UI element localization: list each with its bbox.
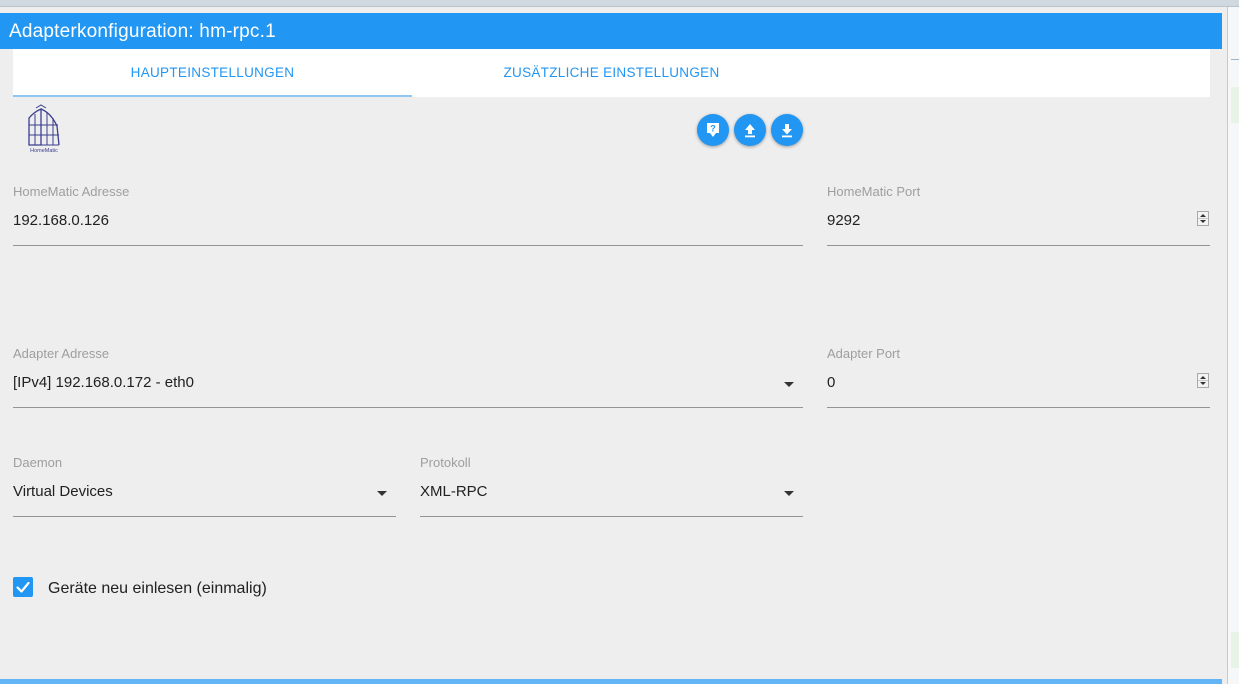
protocol-label: Protokoll [420,455,471,470]
daemon-label: Daemon [13,455,63,470]
tab-additional-settings[interactable]: ZUSÄTZLICHE EINSTELLUNGEN [412,49,811,97]
number-spinner[interactable] [1197,373,1209,388]
homematic-address-label: HomeMatic Adresse [13,184,130,199]
number-spinner[interactable] [1197,211,1209,226]
adapter-address-label: Adapter Adresse [13,346,110,361]
dropdown-arrow-icon[interactable] [784,382,794,387]
tab-main-settings[interactable]: HAUPTEINSTELLUNGEN [13,49,412,97]
reread-devices-checkbox[interactable] [13,577,33,597]
dialog-footer-bar [0,679,1222,684]
download-button[interactable] [771,114,803,146]
checkmark-icon [16,581,30,593]
homematic-address-input[interactable]: 192.168.0.126 [13,212,109,229]
tab-bar: HAUPTEINSTELLUNGEN ZUSÄTZLICHE EINSTELLU… [13,49,1210,97]
svg-text:?: ? [710,124,716,134]
svg-text:HomeMatic: HomeMatic [30,148,58,154]
protocol-value[interactable]: XML-RPC [420,483,488,500]
adapter-address-value[interactable]: [IPv4] 192.168.0.172 - eth0 [13,374,194,391]
active-tab-indicator [13,95,412,97]
homematic-port-input[interactable]: 9292 [827,212,860,229]
homematic-port-label: HomeMatic Port [827,184,921,199]
top-background-strip [0,0,1239,7]
dialog-title: Adapterkonfiguration: hm-rpc.1 [0,13,1222,49]
daemon-value[interactable]: Virtual Devices [13,483,113,500]
adapter-address-select[interactable]: Adapter Adresse [IPv4] 192.168.0.172 - e… [13,346,803,408]
adapter-port-input[interactable]: 0 [827,374,835,391]
upload-icon [745,124,755,138]
adapter-port-field[interactable]: Adapter Port 0 [827,346,1210,408]
reread-devices-label[interactable]: Geräte neu einlesen (einmalig) [48,580,267,598]
upload-button[interactable] [734,114,766,146]
protocol-select[interactable]: Protokoll XML-RPC [420,455,803,517]
homematic-port-field[interactable]: HomeMatic Port 9292 [827,184,1210,246]
dropdown-arrow-icon[interactable] [784,491,794,496]
help-icon: ? [707,123,719,137]
homematic-address-field[interactable]: HomeMatic Adresse 192.168.0.126 [13,184,803,246]
daemon-select[interactable]: Daemon Virtual Devices [13,455,396,517]
download-icon [782,124,792,138]
adapter-port-label: Adapter Port [827,346,900,361]
homematic-logo: HomeMatic [28,104,60,154]
dropdown-arrow-icon[interactable] [377,491,387,496]
help-button[interactable]: ? [697,114,729,146]
background-window-edge [1227,7,1239,684]
